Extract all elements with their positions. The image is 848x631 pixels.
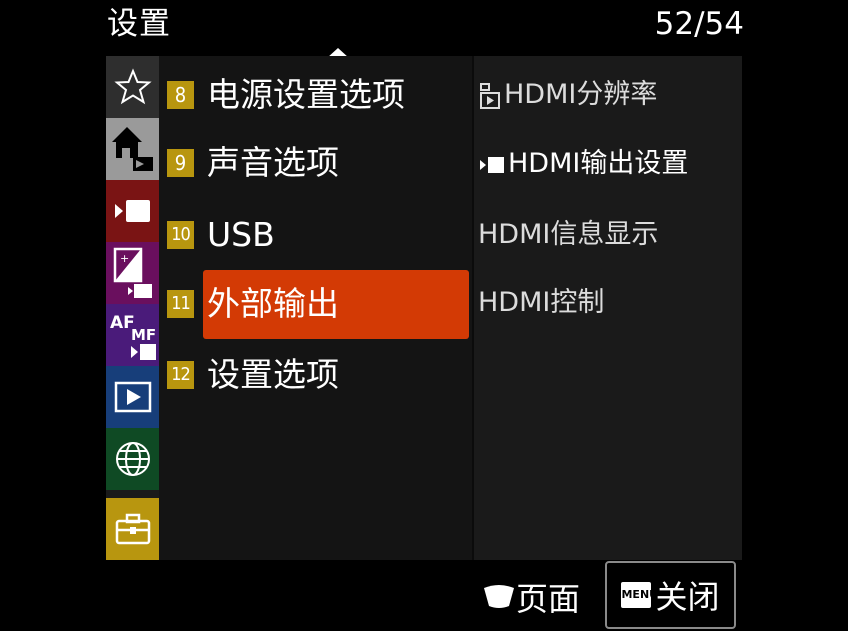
submenu-item-hdmi-control[interactable]: HDMI控制 bbox=[478, 283, 604, 323]
submenu-label: HDMI信息显示 bbox=[478, 219, 659, 250]
item-label: 声音选项 bbox=[207, 143, 339, 182]
item-label: 电源设置选项 bbox=[207, 75, 405, 114]
close-button[interactable]: MENU 关闭 bbox=[605, 561, 736, 629]
photo-playback-icon bbox=[480, 82, 500, 109]
svg-text:MF: MF bbox=[131, 326, 156, 344]
page-hint: 页面 bbox=[482, 572, 580, 622]
item-label: USB bbox=[207, 215, 275, 254]
close-label: 关闭 bbox=[655, 578, 720, 616]
submenu-label: HDMI控制 bbox=[478, 287, 605, 318]
page-hint-label: 页面 bbox=[516, 580, 581, 618]
menu-item-external-output[interactable]: 11 外部输出 bbox=[167, 268, 471, 339]
menu-item-usb[interactable]: 10 USB bbox=[167, 206, 471, 264]
menu-title: 设置 bbox=[107, 6, 171, 42]
menu-item-sound[interactable]: 9 声音选项 bbox=[167, 134, 471, 192]
submenu-item-hdmi-output-settings[interactable]: HDMI输出设置 bbox=[478, 144, 688, 184]
tab-playback[interactable] bbox=[106, 366, 159, 428]
item-number: 9 bbox=[167, 149, 194, 177]
tab-shooting[interactable] bbox=[106, 118, 159, 180]
menu-key-icon: MENU bbox=[621, 582, 658, 608]
submenu-item-hdmi-info-display[interactable]: HDMI信息显示 bbox=[478, 215, 658, 255]
exposure-icon: + bbox=[113, 247, 152, 298]
tab-favorites[interactable] bbox=[106, 56, 159, 118]
item-number: 8 bbox=[167, 81, 194, 109]
movie-icon bbox=[114, 200, 150, 222]
home-camera-icon bbox=[111, 127, 153, 171]
panel-divider bbox=[472, 56, 474, 560]
dial-icon bbox=[484, 585, 514, 608]
page-indicator: 52/54 bbox=[654, 6, 744, 42]
movie-record-icon bbox=[480, 156, 504, 173]
globe-icon bbox=[115, 442, 150, 476]
category-sidebar: + AF MF bbox=[106, 56, 159, 560]
svg-text:+: + bbox=[120, 252, 129, 265]
submenu-item-hdmi-resolution[interactable]: HDMI分辨率 bbox=[478, 75, 657, 115]
submenu-label: HDMI输出设置 bbox=[508, 148, 689, 179]
star-icon bbox=[113, 68, 152, 105]
item-number: 11 bbox=[167, 290, 194, 318]
af-mf-icon: AF MF bbox=[110, 313, 156, 360]
tab-network[interactable] bbox=[106, 428, 159, 490]
tab-exposure[interactable]: + bbox=[106, 242, 159, 304]
toolbox-icon bbox=[115, 513, 150, 545]
tab-setup[interactable] bbox=[106, 498, 159, 560]
playback-icon bbox=[114, 381, 151, 413]
item-number: 10 bbox=[167, 221, 194, 249]
submenu-label: HDMI分辨率 bbox=[504, 79, 658, 110]
item-label: 设置选项 bbox=[207, 355, 339, 394]
tab-focus[interactable]: AF MF bbox=[106, 304, 159, 366]
item-label: 外部输出 bbox=[207, 284, 339, 323]
menu-item-setup-options[interactable]: 12 设置选项 bbox=[167, 346, 471, 404]
item-number: 12 bbox=[167, 361, 194, 389]
tab-movie[interactable] bbox=[106, 180, 159, 242]
menu-item-power[interactable]: 8 电源设置选项 bbox=[167, 66, 471, 124]
